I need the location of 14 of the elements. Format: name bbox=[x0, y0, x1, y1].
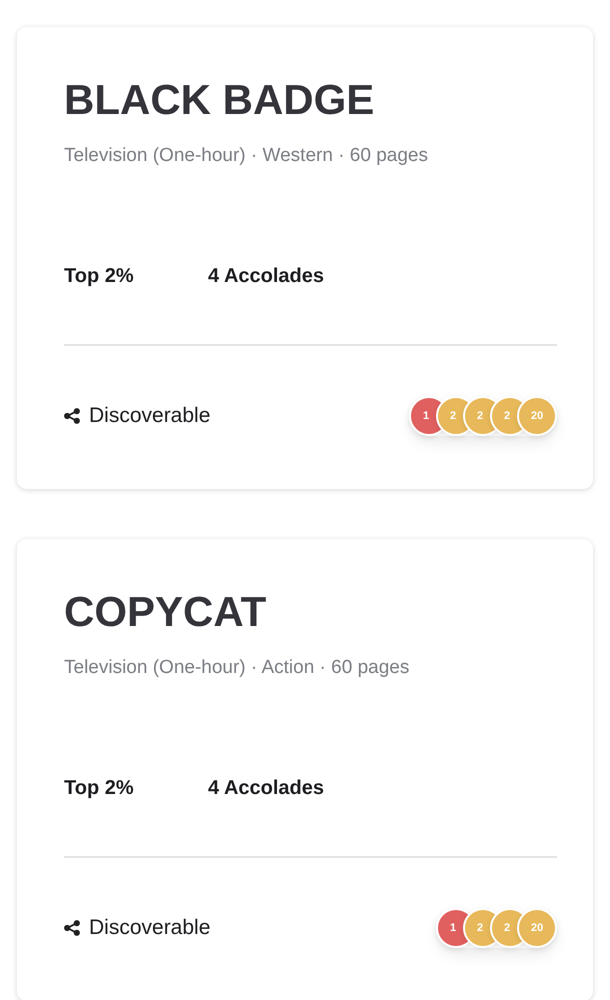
award-badge: 20 bbox=[517, 908, 557, 948]
share-icon bbox=[64, 920, 80, 936]
card-title: COPYCAT bbox=[64, 587, 268, 637]
stat-label: 4 Accolades bbox=[208, 264, 325, 288]
card-subtitle: Television (One-hour) · Western · 60 pages bbox=[64, 144, 429, 168]
card-title: BLACK BADGE bbox=[64, 75, 376, 125]
award-badge: 20 bbox=[517, 396, 557, 436]
share-icon bbox=[64, 408, 80, 424]
card-subtitle: Television (One-hour) · Action · 60 pages bbox=[64, 656, 410, 680]
stat-label: 4 Accolades bbox=[208, 776, 325, 800]
visibility-label: Discoverable bbox=[89, 403, 210, 429]
visibility-label: Discoverable bbox=[89, 915, 210, 941]
stat-label: Top 2% bbox=[64, 264, 135, 288]
stat-label: Top 2% bbox=[64, 776, 135, 800]
